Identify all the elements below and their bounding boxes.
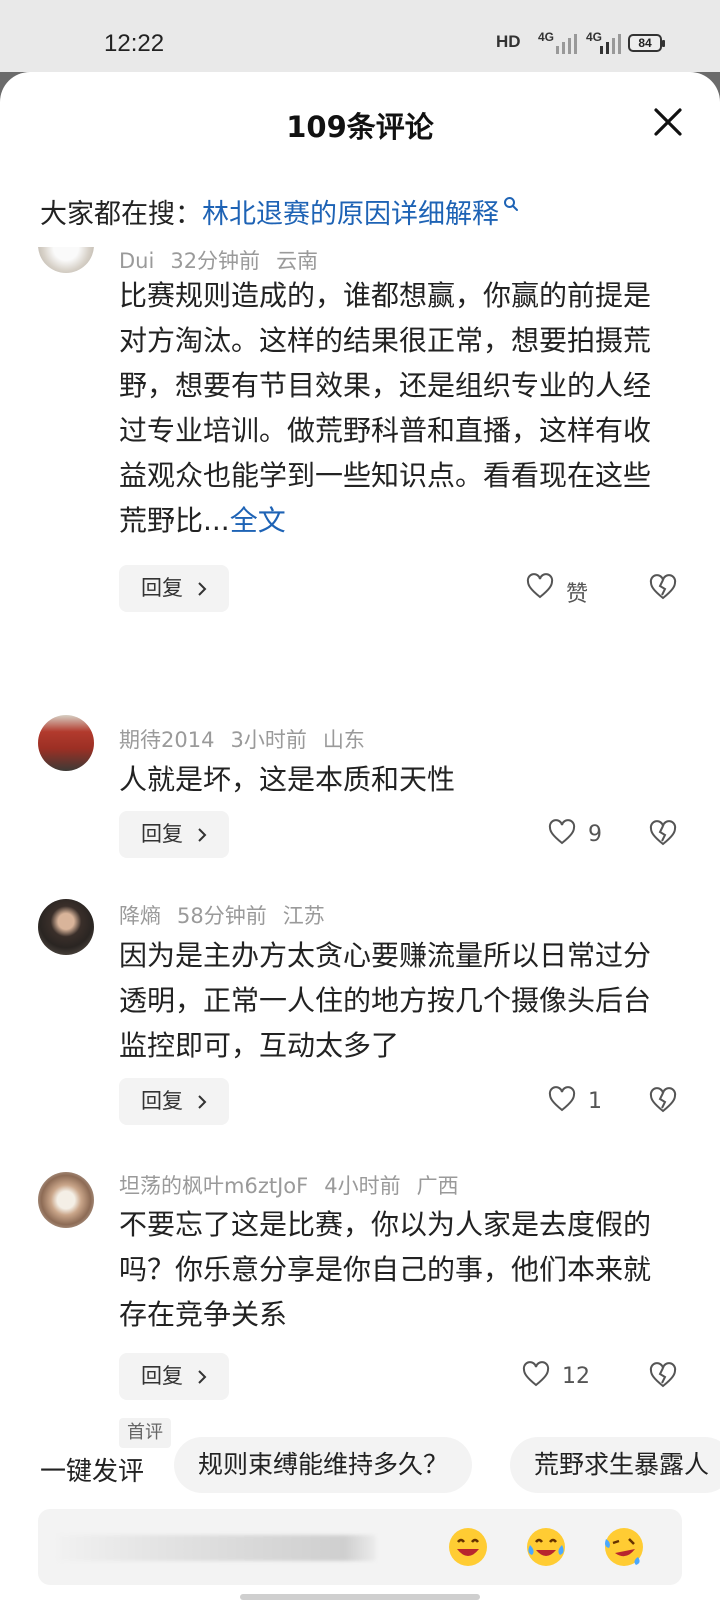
comment-username[interactable]: 期待2014 (119, 728, 214, 752)
heart-icon (522, 1361, 550, 1387)
reply-button[interactable]: 回复 (119, 1078, 229, 1125)
comment-count-title: 109条评论 (286, 110, 434, 144)
hot-search[interactable]: 大家都在搜：林北退赛的原因详细解释 (40, 192, 518, 231)
comment-time: 4小时前 (324, 1174, 401, 1198)
comment-meta: Dui 32分钟前 云南 (119, 247, 334, 275)
comment-body: 比赛规则造成的，谁都想赢，你赢的前提是对方淘汰。这样的结果很正常，想要拍摄荒野，… (119, 279, 652, 537)
avatar[interactable] (38, 715, 94, 771)
close-icon[interactable] (648, 102, 688, 142)
comment-body: 人就是坏，这是本质和天性 (119, 763, 456, 796)
expand-full-text-link[interactable]: 全文 (230, 504, 286, 537)
comment-meta: 降熵 58分钟前 江苏 (119, 900, 341, 930)
broken-heart-icon[interactable] (648, 1086, 678, 1114)
broken-heart-icon[interactable] (648, 573, 678, 601)
broken-heart-icon[interactable] (648, 1361, 678, 1389)
hd-indicator: HD (496, 32, 521, 51)
reply-button[interactable]: 回复 (119, 811, 229, 858)
like-count: 12 (562, 1364, 590, 1389)
heart-icon (526, 573, 554, 599)
comment-location: 山东 (322, 728, 365, 752)
home-indicator (240, 1594, 480, 1600)
grinning-emoji-icon[interactable] (446, 1525, 490, 1569)
reply-label: 回复 (141, 1089, 183, 1113)
reply-button[interactable]: 回复 (119, 565, 229, 612)
battery-icon: 84 (628, 34, 665, 52)
signal-icon (598, 32, 624, 54)
status-bar: 12:22 HD 4G 4G 84 (0, 0, 720, 72)
like-count: 9 (588, 822, 602, 847)
comment-time: 32分钟前 (170, 249, 261, 273)
avatar[interactable] (38, 899, 94, 955)
heart-icon (548, 1086, 576, 1112)
like-count: 1 (588, 1089, 602, 1114)
quick-comment-bar: 一键发评 规则束缚能维持多久？ 荒野求生暴露人 (0, 1437, 720, 1497)
comment-location: 云南 (276, 249, 319, 273)
like-count: 赞 (566, 582, 589, 607)
hot-search-keyword[interactable]: 林北退赛的原因详细解释 (202, 199, 499, 230)
comment-location: 江苏 (282, 904, 325, 928)
crying-laughing-emoji-icon[interactable] (524, 1525, 568, 1569)
status-time: 12:22 (104, 30, 165, 57)
heart-icon (548, 819, 576, 845)
comment-sheet: 109条评论 大家都在搜：林北退赛的原因详细解释 Dui 32分钟前 云南 比赛规则… (0, 72, 720, 1600)
chevron-right-icon (198, 1370, 207, 1384)
comment-username[interactable]: 降熵 (119, 904, 161, 928)
avatar[interactable] (38, 247, 94, 273)
blurred-placeholder (58, 1535, 376, 1561)
quick-comment-chip[interactable]: 规则束缚能维持多久？ (174, 1437, 473, 1493)
rolling-laughing-emoji-icon[interactable] (602, 1525, 646, 1569)
comment-meta: 坦荡的枫叶m6ztJoF 4小时前 广西 (119, 1170, 475, 1200)
reply-label: 回复 (141, 1364, 183, 1388)
quick-comment-label: 一键发评 (40, 1457, 145, 1487)
comment-input[interactable] (38, 1509, 682, 1585)
comment-time: 3小时前 (230, 728, 307, 752)
comment-time: 58分钟前 (177, 904, 267, 928)
avatar[interactable] (38, 1172, 94, 1228)
comment-username[interactable]: Dui (119, 249, 154, 273)
comment-meta: 期待2014 3小时前 山东 (119, 724, 381, 754)
reply-label: 回复 (141, 822, 183, 846)
chevron-right-icon (198, 828, 207, 842)
comment-list[interactable]: Dui 32分钟前 云南 比赛规则造成的，谁都想赢，你赢的前提是对方淘汰。这样的结果… (0, 247, 720, 1452)
comment-body: 不要忘了这是比赛，你以为人家是去度假的吗？你乐意分享是你自己的事，他们本来就存在… (119, 1208, 652, 1331)
comment-location: 广西 (416, 1174, 459, 1198)
chevron-right-icon (198, 1095, 207, 1109)
comment-body: 因为是主办方太贪心要赚流量所以日常过分透明，正常一人住的地方按几个摄像头后台监控… (119, 939, 652, 1062)
comment-username[interactable]: 坦荡的枫叶m6ztJoF (119, 1174, 308, 1198)
reply-label: 回复 (141, 576, 183, 600)
comment-text: 比赛规则造成的，谁都想赢，你赢的前提是对方淘汰。这样的结果很正常，想要拍摄荒野，… (119, 273, 664, 543)
search-icon (504, 197, 518, 211)
signal-icon (552, 32, 578, 54)
reply-button[interactable]: 回复 (119, 1353, 229, 1400)
chevron-right-icon (198, 582, 207, 596)
quick-comment-chip[interactable]: 荒野求生暴露人 (510, 1437, 720, 1493)
hot-search-label: 大家都在搜： (40, 199, 202, 230)
broken-heart-icon[interactable] (648, 819, 678, 847)
